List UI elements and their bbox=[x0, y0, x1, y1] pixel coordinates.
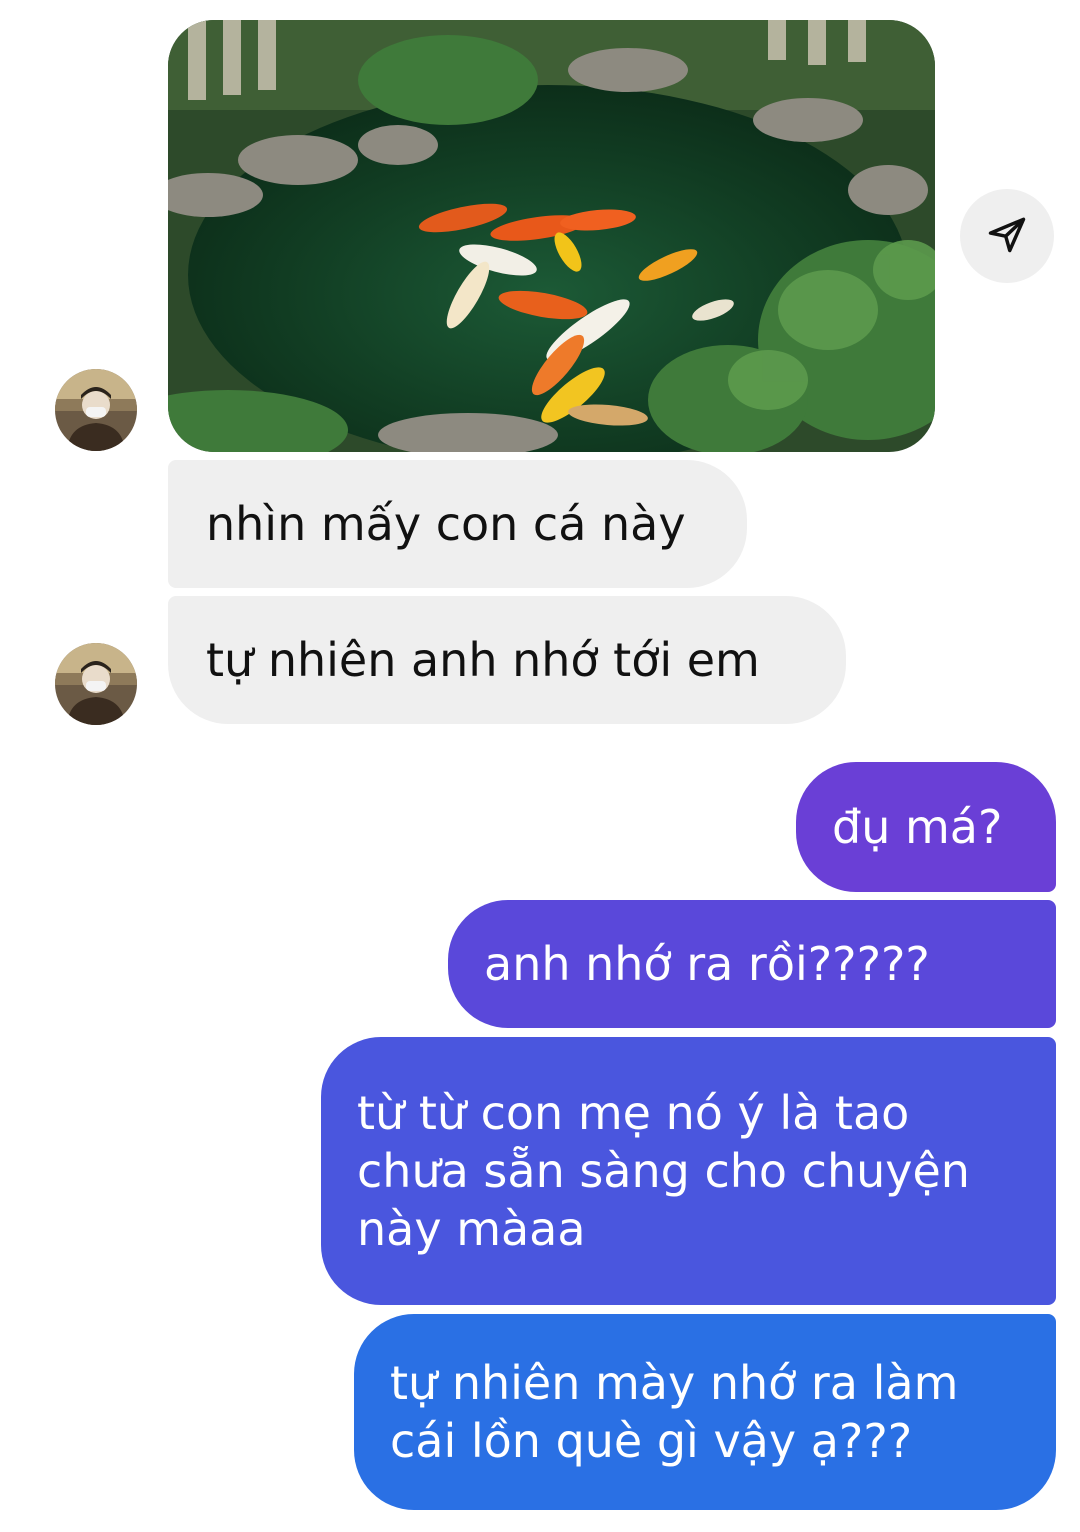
shared-photo[interactable] bbox=[168, 20, 935, 452]
outgoing-message[interactable]: từ từ con mẹ nó ý là tao chưa sẵn sàng c… bbox=[321, 1037, 1056, 1305]
contact-avatar[interactable] bbox=[55, 643, 137, 725]
outgoing-message[interactable]: anh nhớ ra rồi????? bbox=[448, 900, 1056, 1028]
outgoing-message[interactable]: tự nhiên mày nhớ ra làm cái lồn què gì v… bbox=[354, 1314, 1056, 1510]
contact-avatar[interactable] bbox=[55, 369, 137, 451]
send-icon bbox=[985, 212, 1029, 260]
incoming-message[interactable]: tự nhiên anh nhớ tới em bbox=[168, 596, 846, 724]
message-text: tự nhiên mày nhớ ra làm cái lồn què gì v… bbox=[390, 1356, 959, 1468]
outgoing-message[interactable]: đụ má? bbox=[796, 762, 1056, 892]
message-text: nhìn mấy con cá này bbox=[206, 497, 686, 551]
message-text: từ từ con mẹ nó ý là tao chưa sẵn sàng c… bbox=[357, 1086, 970, 1256]
message-text: anh nhớ ra rồi????? bbox=[484, 937, 930, 991]
message-text: tự nhiên anh nhớ tới em bbox=[206, 633, 760, 687]
incoming-message[interactable]: nhìn mấy con cá này bbox=[168, 460, 747, 588]
share-button[interactable] bbox=[960, 189, 1054, 283]
message-text: đụ má? bbox=[832, 800, 1003, 854]
